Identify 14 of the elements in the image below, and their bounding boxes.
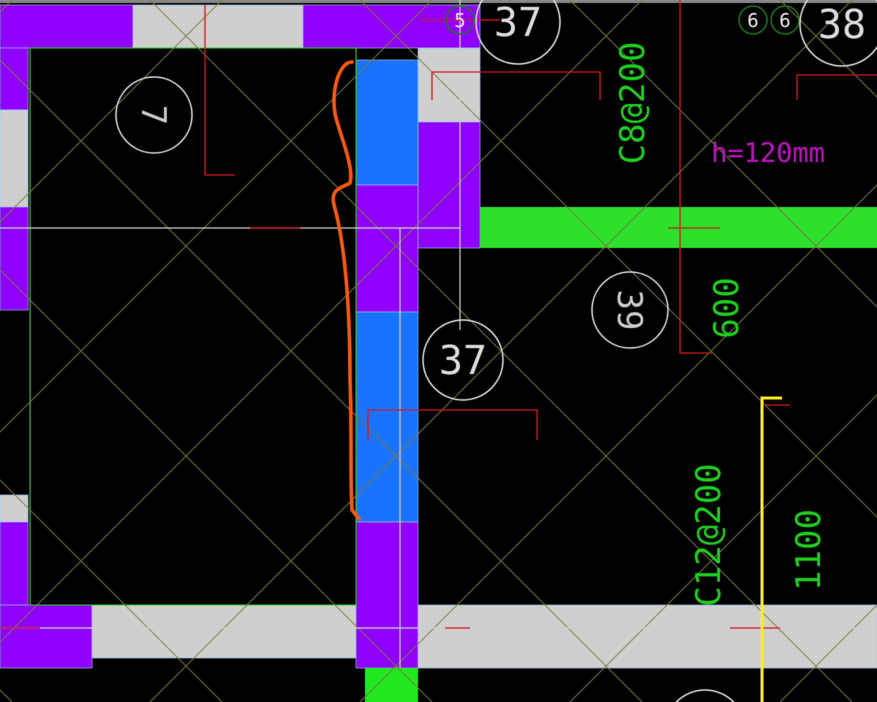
small-bubble-circle: [770, 5, 800, 35]
small-bubble-label: 6: [779, 10, 791, 32]
grid-bubble-label: 7: [133, 104, 173, 126]
grid-bubble-label: 39: [609, 290, 649, 330]
rebar-annotation: 600: [707, 277, 747, 339]
grid-bubble-label: 37: [438, 338, 488, 384]
grid-bubble-label: 37: [494, 0, 542, 46]
grid-bubble-label: 38: [818, 2, 866, 48]
column-block: [365, 668, 418, 702]
rebar-annotation: 1100: [789, 509, 829, 591]
small-bubble-circle: [738, 5, 768, 35]
rebar-annotation: C8@200: [613, 42, 653, 164]
small-bubble-label: 6: [747, 10, 759, 32]
rebar-annotation: C12@200: [689, 463, 729, 607]
